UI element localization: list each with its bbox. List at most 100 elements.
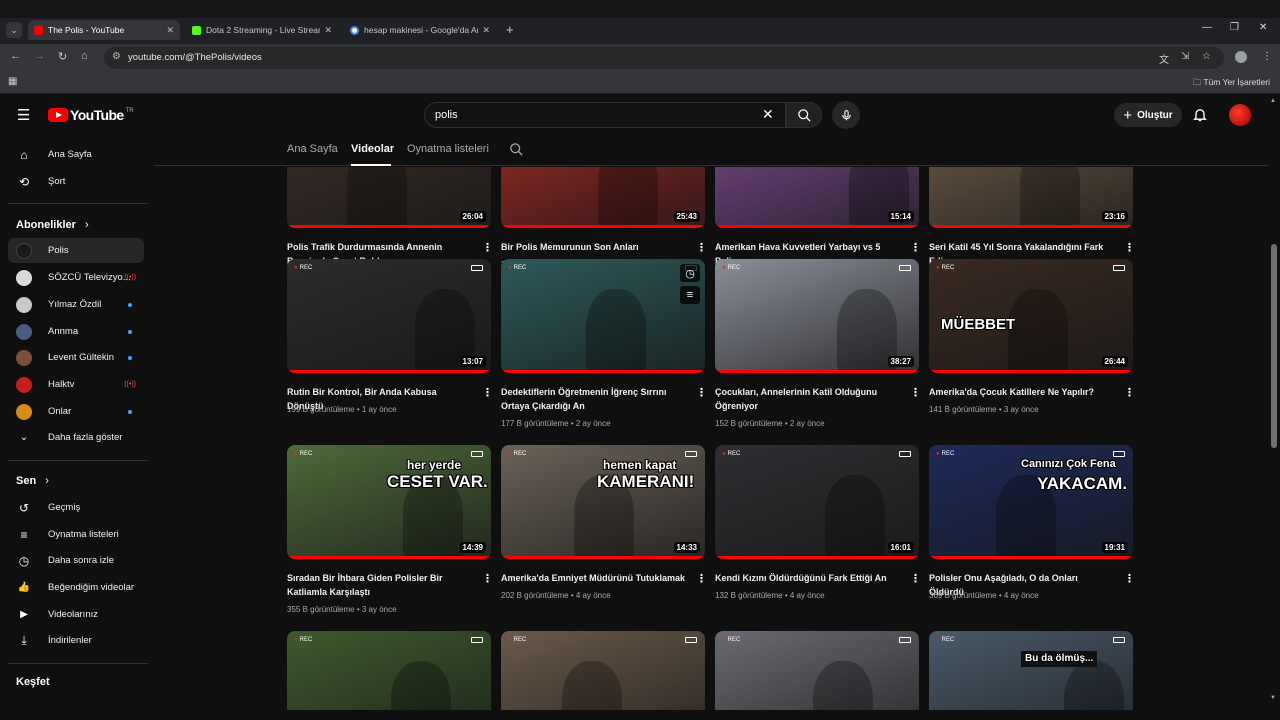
- translate-icon[interactable]: 文: [1159, 51, 1169, 66]
- scrollbar-thumb[interactable]: [1271, 244, 1277, 448]
- more-actions-icon[interactable]: ⋮: [482, 243, 493, 254]
- sidebar-item-show-more[interactable]: ⌄ Daha fazla göster: [8, 425, 144, 450]
- notifications-button[interactable]: [1192, 106, 1208, 128]
- video-thumbnail[interactable]: REC 16:01: [715, 445, 919, 559]
- close-tab-icon[interactable]: ✕: [482, 25, 490, 36]
- download-icon: ⤓: [21, 633, 27, 647]
- video-thumbnail[interactable]: 23:16: [929, 167, 1133, 228]
- video-title[interactable]: Amerika'da Emniyet Müdürünü Tutuklamak: [501, 572, 687, 586]
- video-title[interactable]: Çocukları, Annelerinin Katil Olduğunu Öğ…: [715, 386, 901, 413]
- tab-videos[interactable]: Videolar: [351, 143, 394, 155]
- video-thumbnail[interactable]: REC ◷ ≡: [501, 259, 705, 373]
- sidebar-item-sub-halktv[interactable]: Halktv ((•)): [8, 372, 144, 397]
- tab-home[interactable]: Ana Sayfa: [287, 143, 338, 155]
- more-actions-icon[interactable]: ⋮: [696, 243, 707, 254]
- more-actions-icon[interactable]: ⋮: [1124, 574, 1135, 585]
- maximize-icon[interactable]: ❐: [1230, 22, 1239, 33]
- new-tab-icon[interactable]: +: [506, 22, 514, 37]
- search-button[interactable]: [786, 102, 822, 128]
- sidebar-item-shorts[interactable]: ⟲ Şort: [8, 169, 144, 194]
- close-tab-icon[interactable]: ✕: [324, 25, 332, 36]
- more-actions-icon[interactable]: ⋮: [482, 574, 493, 585]
- more-actions-icon[interactable]: ⋮: [1124, 243, 1135, 254]
- video-thumbnail[interactable]: 25:43: [501, 167, 705, 228]
- sidebar-item-sub-yilmaz[interactable]: Yılmaz Özdil: [8, 292, 144, 317]
- tab-playlists[interactable]: Oynatma listeleri: [407, 143, 489, 155]
- more-actions-icon[interactable]: ⋮: [910, 388, 921, 399]
- search-input[interactable]: [435, 109, 735, 121]
- video-thumbnail[interactable]: REC 38:27: [715, 259, 919, 373]
- video-thumbnail[interactable]: REC hemen kapatKAMERANI! 14:33: [501, 445, 705, 559]
- apps-grid-icon[interactable]: ▦: [8, 76, 17, 87]
- close-tab-icon[interactable]: ✕: [166, 25, 174, 36]
- voice-search-button[interactable]: [832, 101, 860, 129]
- scroll-up-icon[interactable]: ▲: [1270, 98, 1276, 104]
- bookmark-star-icon[interactable]: ☆: [1202, 51, 1211, 62]
- rec-indicator: REC: [294, 265, 313, 271]
- sidebar-item-playlists[interactable]: ≡ Oynatma listeleri: [8, 522, 144, 547]
- add-to-queue-icon[interactable]: ≡: [680, 286, 700, 304]
- more-actions-icon[interactable]: ⋮: [696, 388, 707, 399]
- forward-icon[interactable]: →: [34, 50, 45, 62]
- sidebar-item-downloads[interactable]: ⤓ İndirilenler: [8, 628, 144, 653]
- tab-search-button[interactable]: ⌄: [6, 22, 22, 38]
- install-app-icon[interactable]: ⇲: [1181, 51, 1189, 62]
- video-thumbnail[interactable]: REC her yerdeCESET VAR. 14:39: [287, 445, 491, 559]
- more-actions-icon[interactable]: ⋮: [1124, 388, 1135, 399]
- browser-tab-youtube[interactable]: The Polis - YouTube ✕: [28, 20, 180, 40]
- video-thumbnail[interactable]: REC 13:07: [287, 259, 491, 373]
- video-title[interactable]: Amerika'da Çocuk Katillere Ne Yapılır?: [929, 386, 1115, 400]
- video-thumbnail[interactable]: 26:04: [287, 167, 491, 228]
- all-bookmarks-button[interactable]: 🗀 Tüm Yer İşaretleri: [1193, 77, 1270, 91]
- video-thumbnail[interactable]: REC Bu da ölmüş...: [929, 631, 1133, 720]
- browser-menu-icon[interactable]: ⋮: [1262, 51, 1272, 62]
- sidebar-item-sub-annma[interactable]: Annma: [8, 319, 144, 344]
- home-button-icon[interactable]: ⌂: [81, 50, 88, 62]
- search-box[interactable]: [424, 102, 786, 128]
- video-thumbnail[interactable]: REC: [715, 631, 919, 720]
- sidebar-item-sub-levent[interactable]: Levent Gültekin: [8, 345, 144, 370]
- browser-profile-avatar[interactable]: [1235, 51, 1247, 63]
- more-actions-icon[interactable]: ⋮: [910, 574, 921, 585]
- minimize-icon[interactable]: —: [1202, 22, 1212, 33]
- more-actions-icon[interactable]: ⋮: [482, 388, 493, 399]
- reload-icon[interactable]: ↻: [58, 50, 67, 63]
- hamburger-menu-icon[interactable]: ☰: [17, 108, 30, 123]
- close-window-icon[interactable]: ✕: [1259, 22, 1267, 33]
- video-title[interactable]: Dedektiflerin Öğretmenin İğrenç Sırrını …: [501, 386, 687, 413]
- watch-later-icon[interactable]: ◷: [680, 264, 700, 282]
- video-thumbnail[interactable]: REC: [287, 631, 491, 720]
- sidebar-item-sub-polis[interactable]: Polis: [8, 238, 144, 263]
- clear-search-icon[interactable]: ✕: [762, 106, 774, 123]
- subscriptions-heading[interactable]: Abonelikler ›: [16, 219, 89, 231]
- sidebar-item-watch-later[interactable]: ◷ Daha sonra izle: [8, 548, 144, 573]
- address-bar[interactable]: ⚙ youtube.com/@ThePolis/videos: [104, 47, 1224, 69]
- browser-tab-google[interactable]: hesap makinesi - Google'da Ara ✕: [344, 20, 496, 40]
- video-thumbnail[interactable]: REC: [501, 631, 705, 720]
- user-avatar[interactable]: [1229, 104, 1251, 126]
- back-icon[interactable]: ←: [10, 50, 21, 62]
- sidebar-item-sub-sozcu[interactable]: SÖZCÜ Televizyo... ((•)): [8, 265, 144, 290]
- sidebar-item-liked[interactable]: 👍 Beğendiğim videolar: [8, 575, 144, 600]
- sidebar-item-history[interactable]: ↺ Geçmiş: [8, 495, 144, 520]
- video-thumbnail[interactable]: REC Canınızı Çok Fena YAKACAM. 19:31: [929, 445, 1133, 559]
- video-thumbnail[interactable]: 15:14: [715, 167, 919, 228]
- sidebar-item-your-videos[interactable]: ▶ Videolarınız: [8, 602, 144, 627]
- channel-search-button[interactable]: [509, 142, 524, 162]
- video-title[interactable]: Bir Polis Memurunun Son Anları: [501, 241, 687, 255]
- more-actions-icon[interactable]: ⋮: [696, 574, 707, 585]
- browser-tab-dota[interactable]: Dota 2 Streaming - Live Streams ✕: [186, 20, 338, 40]
- youtube-logo[interactable]: YouTube TR: [48, 107, 134, 123]
- site-info-icon[interactable]: ⚙: [112, 51, 121, 62]
- sidebar-item-sub-onlar[interactable]: Onlar: [8, 399, 144, 424]
- you-heading[interactable]: Sen ›: [16, 475, 49, 487]
- create-button[interactable]: + Oluştur: [1114, 103, 1182, 127]
- upload-age: 2 ay önce: [789, 419, 825, 428]
- more-actions-icon[interactable]: ⋮: [910, 243, 921, 254]
- scroll-down-icon[interactable]: ▼: [1270, 695, 1276, 701]
- sidebar-item-home[interactable]: ⌂ Ana Sayfa: [8, 142, 144, 167]
- sidebar-item-label: Levent Gültekin: [48, 352, 115, 363]
- video-title[interactable]: Sıradan Bir İhbara Giden Polisler Bir Ka…: [287, 572, 473, 599]
- video-thumbnail[interactable]: REC MÜEBBET 26:44: [929, 259, 1133, 373]
- video-title[interactable]: Kendi Kızını Öldürdüğünü Fark Ettiği An: [715, 572, 901, 586]
